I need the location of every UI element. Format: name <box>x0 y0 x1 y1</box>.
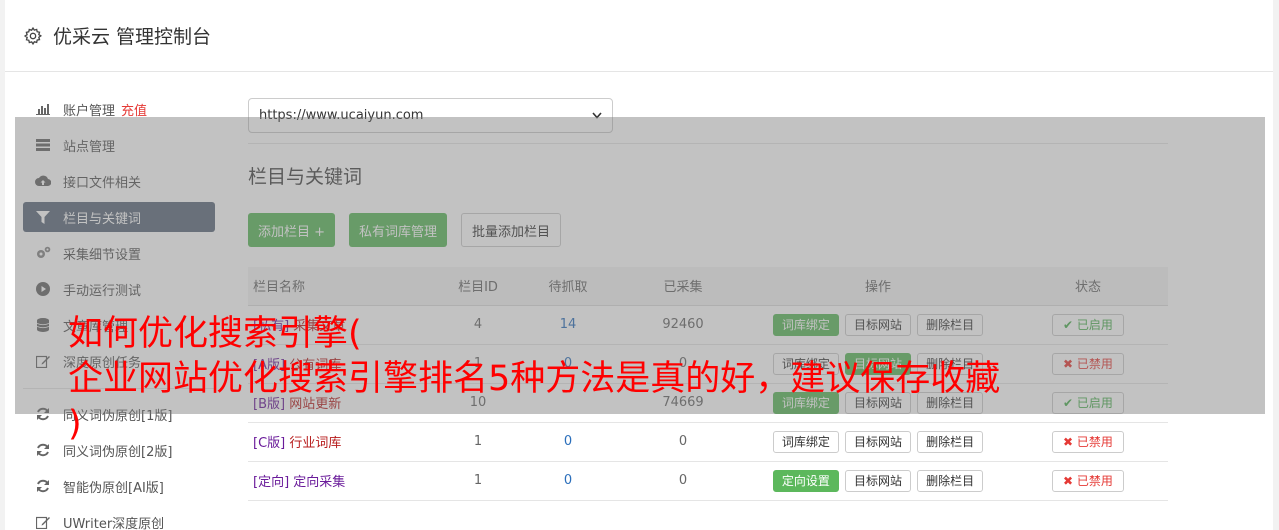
pending-count[interactable]: 0 <box>518 461 618 501</box>
column-id: 1 <box>438 461 518 501</box>
sidebar-item-ai-original[interactable]: 智能伪原创[AI版] <box>23 471 215 501</box>
status-toggle[interactable]: ✖ 已禁用 <box>1052 430 1124 453</box>
overlay-line-1: 如何优化搜索引擎( <box>68 314 362 354</box>
refresh-icon <box>35 478 51 494</box>
overlay-headline: 如何优化搜索引擎( 企业网站优化搜索引擎排名5种方法是真的好，建议保存收藏 ) <box>68 312 1000 447</box>
delete-column-button[interactable]: 删除栏目 <box>917 469 984 492</box>
ops-cell: 定向设置 目标网站 删除栏目 <box>748 461 1008 501</box>
table-row: [定向] 定向采集 1 0 0 定向设置 目标网站 删除栏目 ✖ 已禁用 <box>248 461 1168 501</box>
status-label: 已禁用 <box>1076 434 1113 449</box>
column-name[interactable]: 定向采集 <box>293 475 345 490</box>
sidebar-item-label: 账户管理 <box>63 103 116 119</box>
status-toggle[interactable]: ✖ 已禁用 <box>1052 469 1124 492</box>
overlay-line-2: 企业网站优化搜索引擎排名5种方法是真的好，建议保存收藏 <box>68 359 1001 399</box>
target-setting-button[interactable]: 定向设置 <box>772 469 839 492</box>
overlay-line-3: ) <box>68 404 82 444</box>
bar-chart-icon <box>35 101 51 117</box>
collected-count: 0 <box>618 461 748 501</box>
app-title: 优采云 管理控制台 <box>53 26 212 48</box>
target-site-button[interactable]: 目标网站 <box>844 469 911 492</box>
status-cell: ✖ 已禁用 <box>1008 461 1168 501</box>
sidebar-item-label: 智能伪原创[AI版] <box>63 480 164 496</box>
status-cell: ✖ 已禁用 <box>1008 422 1168 462</box>
refresh-icon <box>35 442 51 458</box>
gear-icon <box>23 26 43 45</box>
sidebar-item-uwriter[interactable]: UWriter深度原创 <box>23 507 215 530</box>
column-name-cell[interactable]: [定向] 定向采集 <box>248 461 438 501</box>
sidebar-item-label: UWriter深度原创 <box>63 516 165 530</box>
title-bar: 优采云 管理控制台 <box>5 0 1273 72</box>
edit-icon <box>35 514 51 530</box>
status-label: 已禁用 <box>1076 473 1113 488</box>
recharge-link[interactable]: 充值 <box>121 100 147 119</box>
column-tag: [定向] <box>253 475 290 490</box>
